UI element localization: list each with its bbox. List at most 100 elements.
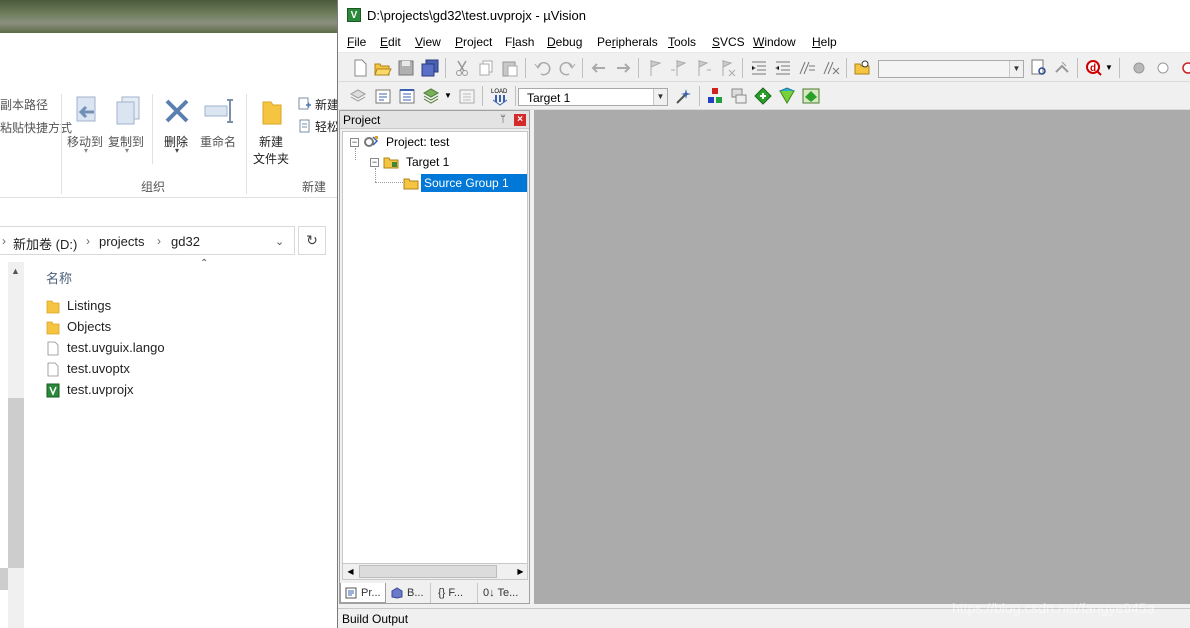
build-icon[interactable] <box>373 86 393 106</box>
save-all-icon[interactable] <box>420 58 440 78</box>
prev-bookmark-icon[interactable] <box>669 58 689 78</box>
unindent-icon[interactable] <box>773 58 793 78</box>
breadcrumb-drive[interactable]: 新加卷 (D:) <box>13 234 77 253</box>
address-dropdown-icon[interactable]: ⌄ <box>275 235 284 248</box>
find-icon[interactable] <box>1029 58 1049 78</box>
batch-dropdown-icon[interactable]: ▼ <box>444 91 452 100</box>
select-packs-icon[interactable] <box>753 86 773 106</box>
rebuild-icon[interactable] <box>397 86 417 106</box>
breadcrumb-projects[interactable]: projects <box>99 234 145 249</box>
file-name: test.uvguix.lango <box>67 340 165 355</box>
target-select[interactable]: Target 1 ▼ <box>518 88 668 106</box>
scroll-right-icon[interactable]: ▶ <box>513 564 528 579</box>
bookmark-icon[interactable] <box>645 58 665 78</box>
scroll-left-icon[interactable]: ◀ <box>343 564 358 579</box>
scroll-thumb[interactable] <box>359 565 497 578</box>
menu-help[interactable]: Help <box>812 35 837 49</box>
menu-debug[interactable]: Debug <box>547 35 582 49</box>
breadcrumb-gd32[interactable]: gd32 <box>171 234 200 249</box>
pin-icon[interactable]: ᛘ <box>497 114 509 126</box>
save-icon[interactable] <box>396 58 416 78</box>
chevron-down-icon[interactable]: ▼ <box>653 89 667 105</box>
next-bookmark-icon[interactable] <box>693 58 713 78</box>
menu-project[interactable]: Project <box>455 35 492 49</box>
collapse-icon[interactable]: − <box>370 158 379 167</box>
tab-books[interactable]: B... <box>387 583 431 603</box>
new-file-icon[interactable] <box>350 58 370 78</box>
project-panel-tabs: Pr... B... {} F... 0↓ Te... <box>340 583 529 603</box>
column-header-name[interactable]: 名称 <box>46 268 72 287</box>
tab-project[interactable]: Pr... <box>340 583 386 603</box>
batch-build-icon[interactable] <box>421 86 441 106</box>
refresh-button[interactable]: ↻ <box>298 226 326 255</box>
address-bar[interactable]: › 新加卷 (D:) › projects › gd32 ⌄ <box>0 226 295 255</box>
nav-forward-icon[interactable] <box>613 58 633 78</box>
close-icon[interactable]: × <box>514 114 526 126</box>
tree-node-target[interactable]: − Target 1 <box>343 154 527 172</box>
toolbar-separator <box>1077 58 1078 78</box>
ribbon-separator <box>61 94 62 194</box>
redo-icon[interactable] <box>557 58 577 78</box>
debug-session-icon[interactable]: d <box>1084 58 1104 78</box>
cut-icon[interactable] <box>452 58 472 78</box>
copy-icon[interactable] <box>476 58 496 78</box>
comment-icon[interactable] <box>797 58 817 78</box>
delete-dropdown-icon[interactable]: ▾ <box>175 146 179 155</box>
project-panel-header[interactable]: Project ᛘ × <box>340 111 529 129</box>
copy-to-dropdown-icon[interactable]: ▾ <box>125 146 129 155</box>
tree-node-project[interactable]: − Project: test <box>343 134 527 152</box>
tab-functions[interactable]: {} F... <box>432 583 478 603</box>
nav-back-icon[interactable] <box>589 58 609 78</box>
title-bar[interactable]: V D:\projects\gd32\test.uvprojx - µVisio… <box>338 0 1190 32</box>
menu-edit[interactable]: Edit <box>380 35 401 49</box>
chevron-down-icon[interactable]: ▼ <box>1009 61 1023 77</box>
insert-breakpoint-icon[interactable] <box>1129 58 1149 78</box>
file-name: test.uvoptx <box>67 361 130 376</box>
new-folder-label-2[interactable]: 文件夹 <box>253 150 289 167</box>
find-in-files-icon[interactable] <box>853 58 873 78</box>
open-file-icon[interactable] <box>373 58 393 78</box>
menu-file[interactable]: File <box>347 35 366 49</box>
clear-bookmarks-icon[interactable] <box>717 58 737 78</box>
file-name: Listings <box>67 298 112 313</box>
target-options-icon[interactable] <box>674 86 694 106</box>
translate-icon[interactable] <box>348 86 368 106</box>
collapse-icon[interactable]: − <box>350 138 359 147</box>
window-title: D:\projects\gd32\test.uvprojx - µVision <box>367 8 586 23</box>
project-tab-icon <box>345 587 357 599</box>
easy-access-button[interactable]: 轻松 <box>315 118 337 135</box>
menu-svcs[interactable]: SVCS <box>712 35 745 49</box>
new-folder-label-1[interactable]: 新建 <box>259 133 283 150</box>
copy-path-button[interactable]: 副本路径 <box>0 96 48 113</box>
disable-breakpoints-icon[interactable] <box>1176 58 1190 78</box>
debug-dropdown-icon[interactable]: ▼ <box>1105 63 1113 72</box>
tree-node-source-group[interactable]: Source Group 1 <box>343 174 527 192</box>
incremental-find-icon[interactable] <box>1052 58 1072 78</box>
menu-window[interactable]: Window <box>753 35 796 49</box>
ribbon-group-new: 新建 <box>302 180 327 194</box>
rename-button[interactable]: 重命名 <box>200 133 236 150</box>
pack-installer-icon[interactable] <box>777 86 797 106</box>
paste-icon[interactable] <box>500 58 520 78</box>
move-to-dropdown-icon[interactable]: ▾ <box>84 146 88 155</box>
folder-icon <box>46 321 60 335</box>
ribbon-separator <box>246 94 247 194</box>
run-time-env-icon[interactable] <box>801 86 821 106</box>
indent-icon[interactable] <box>749 58 769 78</box>
menu-tools[interactable]: Tools <box>668 35 696 49</box>
menu-flash[interactable]: Flash <box>505 35 534 49</box>
project-tree-hscrollbar[interactable]: ◀ ▶ <box>342 563 528 580</box>
undo-icon[interactable] <box>533 58 553 78</box>
file-extensions-icon[interactable] <box>729 86 749 106</box>
download-load-icon[interactable]: LOAD <box>490 86 510 106</box>
menu-peripherals[interactable]: Peripherals <box>597 35 658 49</box>
editor-area[interactable] <box>534 110 1190 604</box>
stop-build-icon[interactable] <box>457 86 477 106</box>
find-combo[interactable]: ▼ <box>878 60 1024 78</box>
manage-components-icon[interactable] <box>705 86 725 106</box>
menu-view[interactable]: View <box>415 35 441 49</box>
enable-breakpoint-icon[interactable] <box>1153 58 1173 78</box>
tab-templates[interactable]: 0↓ Te... <box>479 583 529 603</box>
new-item-button[interactable]: 新建 <box>315 96 337 113</box>
uncomment-icon[interactable] <box>821 58 841 78</box>
